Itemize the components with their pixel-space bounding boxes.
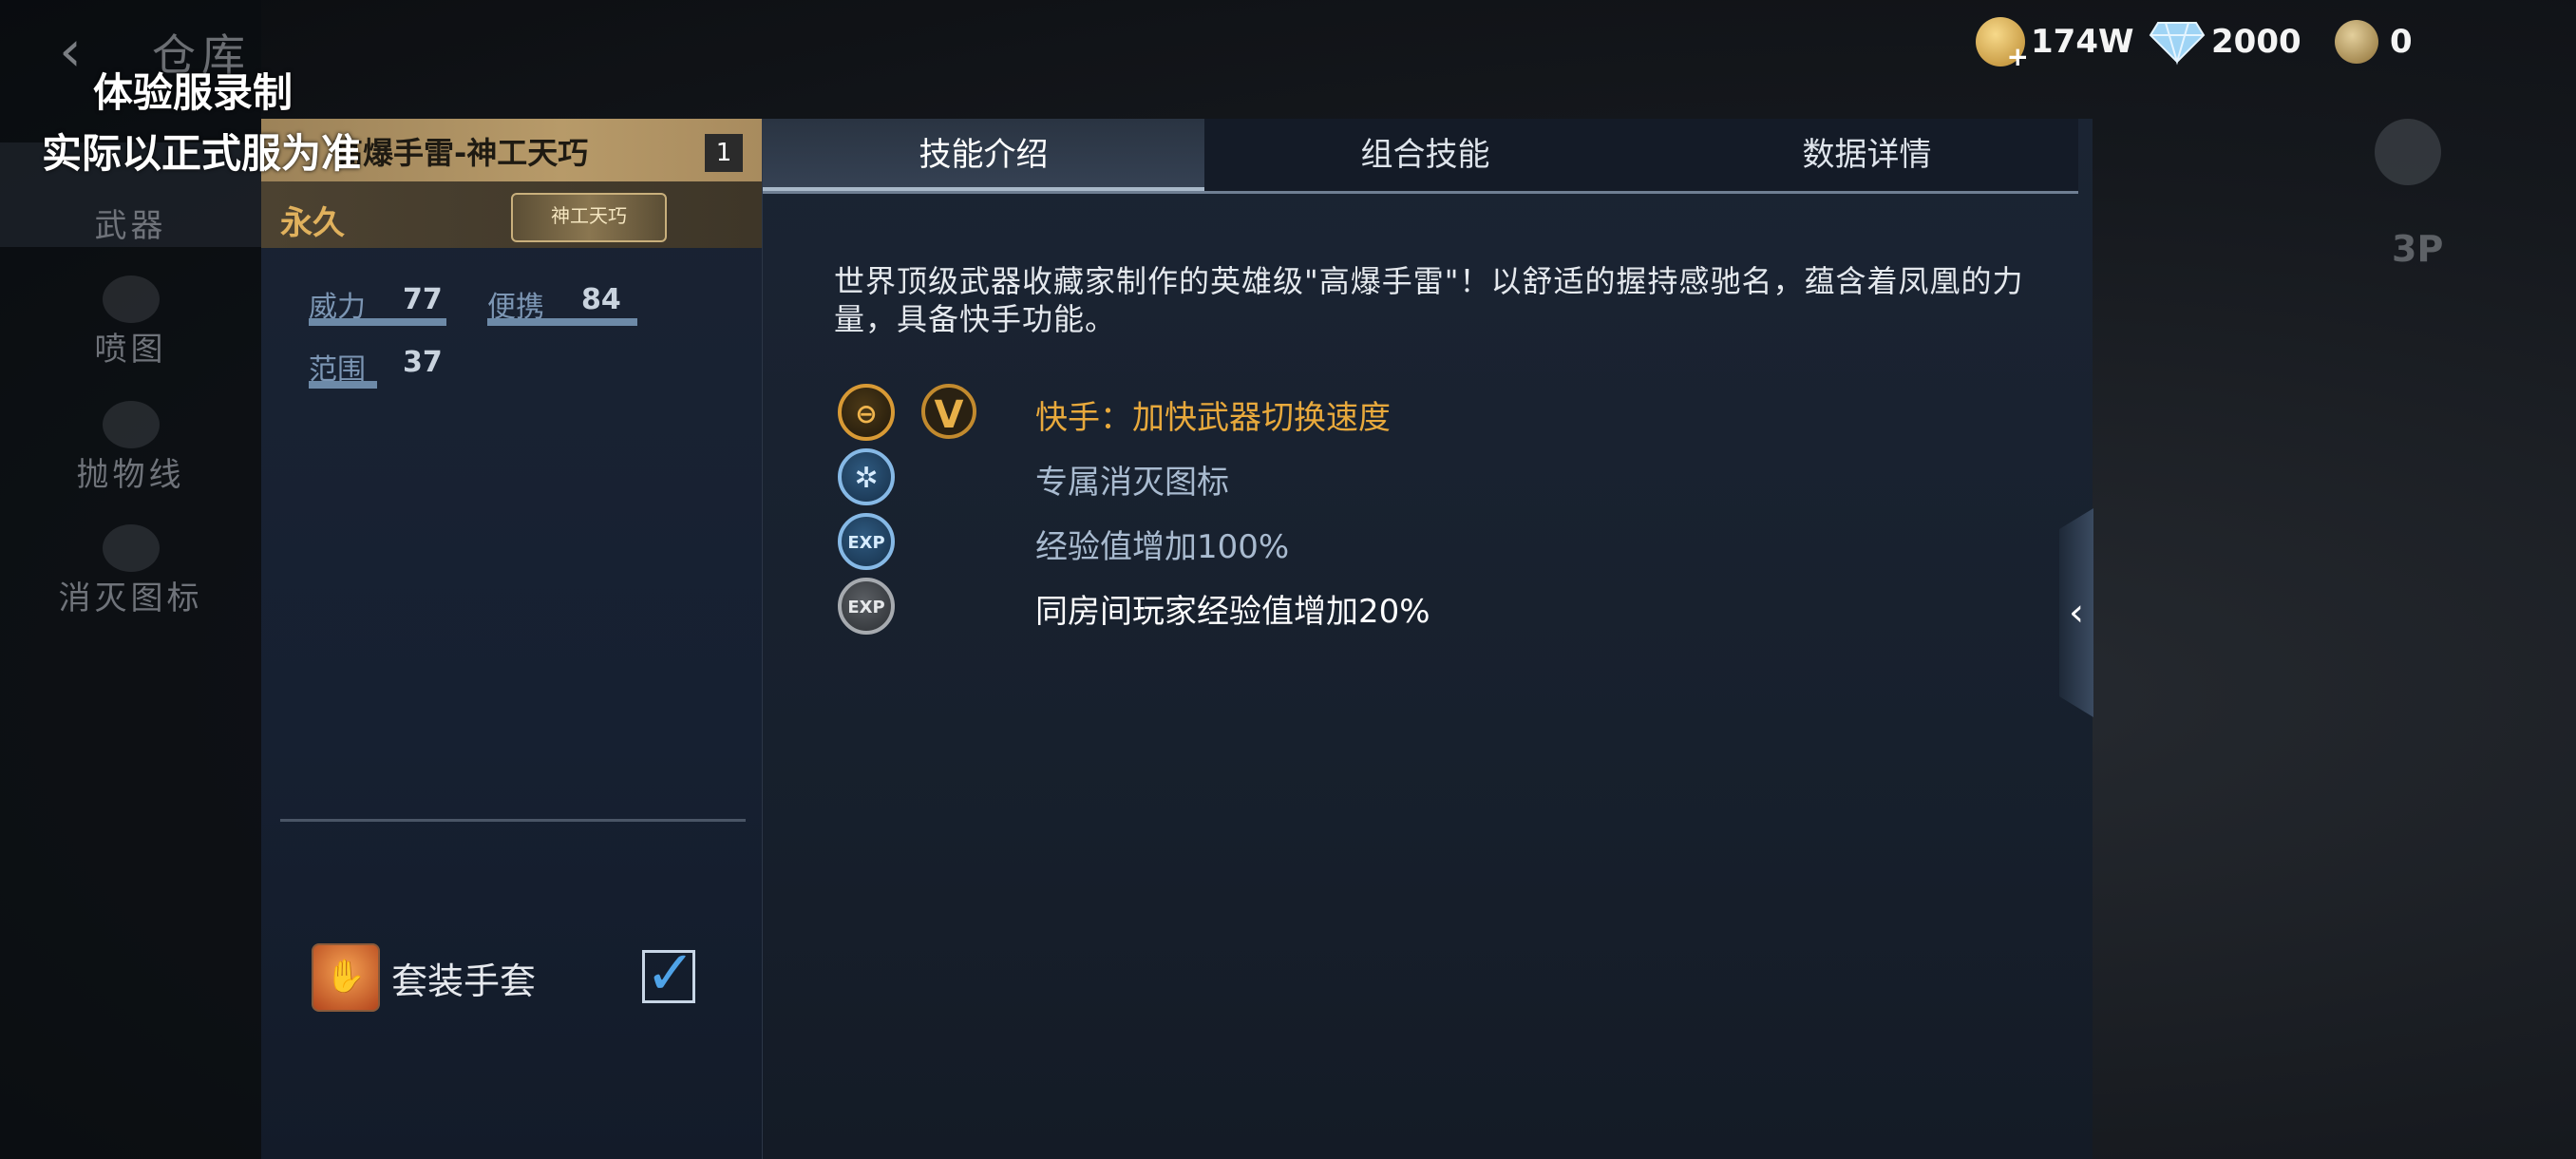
room-exp-icon: EXP xyxy=(838,578,895,635)
item-name: 高爆手雷-神工天巧 xyxy=(332,135,589,171)
view-mode-label[interactable]: 3P xyxy=(2392,228,2443,270)
watermark-line2: 实际以正式服为准 xyxy=(42,130,362,177)
diamond-icon xyxy=(2149,22,2206,66)
parabola-icon xyxy=(103,401,160,448)
nav-item-kill-icon[interactable]: 消灭图标 xyxy=(0,572,261,618)
tab-skill-intro[interactable]: 技能介绍 xyxy=(763,119,1204,191)
quick-hand-icon: ⊖ xyxy=(838,384,895,441)
currency-diamond-value: 2000 xyxy=(2211,23,2301,61)
nav-item-spray[interactable]: 喷图 xyxy=(0,323,261,370)
medal-icon xyxy=(2335,20,2378,64)
skill-kill-icon: 专属消灭图标 xyxy=(1035,464,1229,502)
panel-divider xyxy=(280,819,746,822)
spray-icon xyxy=(103,276,160,323)
nav-item-parabola[interactable]: 抛物线 xyxy=(0,448,261,495)
suit-gloves-checkbox[interactable]: ✓ xyxy=(642,943,696,1004)
stat-range-value: 37 xyxy=(403,346,443,379)
exp-icon: EXP xyxy=(838,513,895,570)
currency-medal[interactable]: 0 xyxy=(2335,13,2413,70)
kill-icon: ✲ xyxy=(838,448,895,505)
kill-icon-nav xyxy=(103,524,160,572)
item-count: 1 xyxy=(705,134,743,172)
currency-gold-value: 174W xyxy=(2031,23,2134,61)
v-badge-icon: V xyxy=(921,384,976,439)
nav-item-weapon[interactable]: 武器 xyxy=(0,200,261,246)
skill-exp: 经验值增加100% xyxy=(1035,528,1290,566)
currency-diamond[interactable]: 2000 xyxy=(2149,13,2301,70)
stat-portable-value: 84 xyxy=(581,283,621,316)
tab-combo-skills[interactable]: 组合技能 xyxy=(1204,119,1646,191)
skill-room-exp: 同房间玩家经验值增加20% xyxy=(1035,593,1430,631)
stat-range-bar xyxy=(309,381,377,389)
currency-medal-value: 0 xyxy=(2390,23,2413,61)
item-duration: 永久 xyxy=(280,204,345,242)
watermark-line1: 体验服录制 xyxy=(93,69,294,116)
tab-data-details[interactable]: 数据详情 xyxy=(1646,119,2088,191)
item-badge: 神工天巧 xyxy=(511,193,667,242)
gold-coin-icon xyxy=(1976,17,2029,72)
stat-power-bar xyxy=(309,318,446,326)
glove-icon: ✋ xyxy=(312,943,380,1012)
settings-icon[interactable] xyxy=(2375,119,2441,185)
item-description: 世界顶级武器收藏家制作的英雄级"高爆手雷"！以舒适的握持感驰名，蕴含着凤凰的力量… xyxy=(834,263,2024,337)
suit-gloves-label: 套装手套 xyxy=(391,960,537,1002)
stat-portable-bar xyxy=(487,318,637,326)
currency-gold[interactable]: 174W xyxy=(1976,13,2134,72)
stat-power-value: 77 xyxy=(403,283,443,316)
skill-quick-hand: 快手：加快武器切换速度 xyxy=(1035,399,1391,437)
collapse-handle[interactable]: ‹ xyxy=(2059,508,2093,717)
